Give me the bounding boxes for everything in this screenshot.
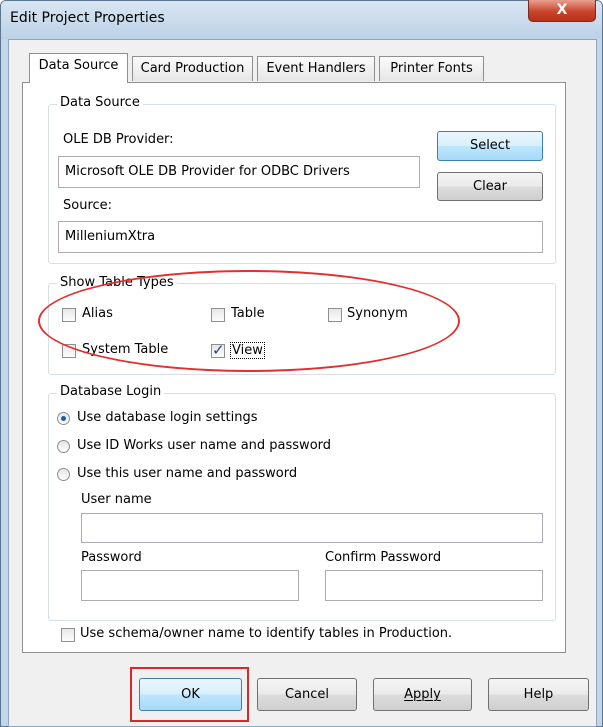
- password-label: Password: [81, 550, 142, 565]
- clear-button[interactable]: Clear: [437, 172, 543, 201]
- tab-card-production[interactable]: Card Production: [132, 56, 253, 81]
- confirm-password-label: Confirm Password: [325, 550, 442, 565]
- confirm-password-field[interactable]: [325, 570, 543, 601]
- use-id-works-label[interactable]: Use ID Works user name and password: [77, 438, 331, 453]
- source-field[interactable]: MilleniumXtra: [58, 221, 543, 253]
- user-name-label: User name: [81, 492, 152, 507]
- schema-owner-checkbox[interactable]: [61, 628, 75, 642]
- database-login-group-label: Database Login: [57, 384, 165, 399]
- close-button[interactable]: X: [528, 0, 596, 22]
- source-label: Source:: [63, 198, 113, 213]
- password-field[interactable]: [81, 570, 299, 601]
- window-title: Edit Project Properties: [10, 10, 165, 26]
- use-db-login-label[interactable]: Use database login settings: [77, 410, 257, 425]
- table-types-highlight-ellipse: [38, 270, 460, 372]
- cancel-button[interactable]: Cancel: [257, 678, 357, 711]
- use-id-works-radio[interactable]: [57, 440, 70, 453]
- tab-data-source[interactable]: Data Source: [29, 53, 128, 83]
- ole-db-provider-label: OLE DB Provider:: [63, 132, 174, 147]
- ole-db-provider-field[interactable]: Microsoft OLE DB Provider for ODBC Drive…: [58, 156, 420, 188]
- select-button[interactable]: Select: [437, 131, 543, 161]
- ok-button-highlight-box: [130, 667, 249, 722]
- tab-event-handlers[interactable]: Event Handlers: [257, 56, 375, 81]
- data-source-group-label: Data Source: [57, 95, 143, 110]
- use-this-user-radio[interactable]: [57, 468, 70, 481]
- schema-owner-label[interactable]: Use schema/owner name to identify tables…: [80, 626, 452, 641]
- use-this-user-label[interactable]: Use this user name and password: [77, 466, 297, 481]
- help-button[interactable]: Help: [488, 678, 589, 711]
- user-name-field[interactable]: [81, 513, 543, 543]
- use-db-login-radio[interactable]: [57, 412, 70, 425]
- apply-button[interactable]: Apply: [373, 678, 472, 711]
- tab-printer-fonts[interactable]: Printer Fonts: [379, 56, 484, 81]
